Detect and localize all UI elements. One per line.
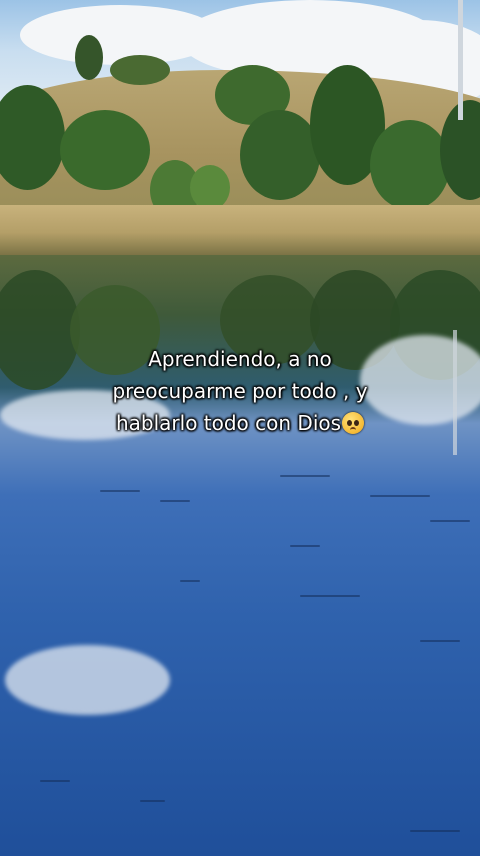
- water-ripple: [300, 595, 360, 597]
- water-ripple: [160, 500, 190, 502]
- tree: [110, 55, 170, 85]
- water-ripple: [370, 495, 430, 497]
- reed-shore: [0, 205, 480, 260]
- tree: [75, 35, 103, 80]
- tree: [370, 120, 450, 210]
- water-ripple: [40, 780, 70, 782]
- water-ripple: [180, 580, 200, 582]
- antenna-pole: [458, 0, 463, 120]
- tree: [60, 110, 150, 190]
- caption-line-3-text: hablarlo todo con Dios: [115, 411, 342, 435]
- water-ripple: [410, 830, 460, 832]
- tree: [240, 110, 320, 200]
- caption-line-3: hablarlo todo con Dios: [40, 407, 440, 439]
- tree: [190, 165, 230, 210]
- pleading-face-emoji-icon: [342, 412, 365, 434]
- water-ripple: [140, 800, 165, 802]
- water-ripple: [430, 520, 470, 522]
- water-ripple: [280, 475, 330, 477]
- caption-line-1: Aprendiendo, a no: [148, 347, 332, 371]
- caption-line-2: preocuparme por todo , y: [112, 379, 368, 403]
- video-caption: Aprendiendo, a no preocuparme por todo ,…: [40, 343, 440, 439]
- water-ripple: [100, 490, 140, 492]
- water-ripple: [420, 640, 460, 642]
- water-ripple: [290, 545, 320, 547]
- antenna-reflection: [453, 330, 457, 455]
- cloud-reflection: [5, 645, 170, 715]
